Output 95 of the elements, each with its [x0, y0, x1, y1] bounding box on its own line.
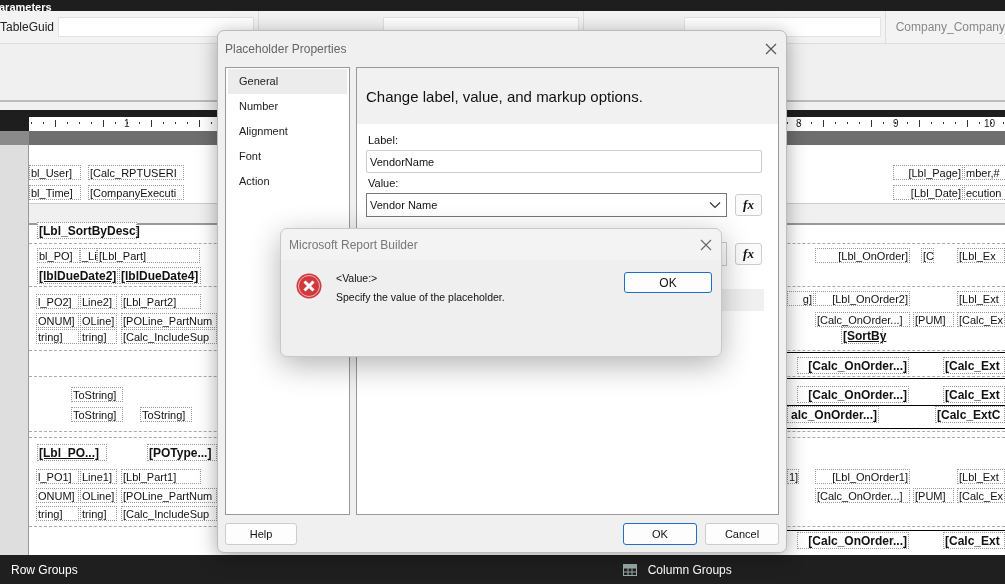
report-textbox[interactable]: [Lbl_OnOrder1]: [815, 469, 910, 484]
report-textbox[interactable]: [CompanyExecuti: [88, 185, 184, 200]
expression-button[interactable]: fx: [735, 194, 762, 216]
report-textbox[interactable]: ONUM]: [36, 488, 79, 503]
report-textbox[interactable]: l_PO2]: [36, 294, 79, 309]
report-textbox[interactable]: _Li: [80, 248, 97, 263]
report-textbox[interactable]: [Lbl_SortByDesc]: [37, 222, 137, 239]
report-textbox[interactable]: OLine]: [80, 488, 117, 503]
panel-title: arameters: [0, 2, 52, 11]
report-textbox[interactable]: [Lbl_Part2]: [121, 294, 201, 309]
nav-item[interactable]: Alignment: [228, 119, 347, 144]
row-groups-label: Row Groups: [11, 562, 78, 577]
parameter-field[interactable]: [58, 17, 255, 37]
nav-item[interactable]: Number: [228, 94, 347, 119]
report-textbox[interactable]: [Lbl_Date]: [893, 185, 963, 200]
ok-button[interactable]: OK: [624, 272, 712, 293]
report-textbox[interactable]: ToString]: [71, 407, 123, 422]
chevron-icon: [709, 201, 721, 209]
report-textbox[interactable]: [lblDueDate2]: [37, 267, 118, 284]
report-textbox[interactable]: ONUM]: [36, 313, 79, 328]
ruler-number: 9: [893, 117, 899, 131]
report-textbox[interactable]: [C: [921, 248, 934, 263]
report-textbox[interactable]: [Calc_OnOrder...]: [797, 386, 909, 403]
report-textbox[interactable]: [Calc_ExtC: [935, 406, 1005, 423]
ruler-number: 1: [124, 117, 130, 131]
report-textbox[interactable]: [PUM]: [913, 312, 954, 327]
report-textbox[interactable]: [Calc_RPTUSERI: [88, 165, 184, 180]
report-textbox[interactable]: tring]: [80, 329, 117, 344]
grid-icon: [622, 563, 637, 576]
report-textbox[interactable]: bl_User]: [29, 165, 81, 180]
report-textbox[interactable]: [PUM]: [913, 488, 954, 503]
report-textbox[interactable]: [Calc_Ex: [957, 312, 1005, 327]
report-textbox[interactable]: [Calc_OnOrder...]: [797, 357, 909, 374]
report-textbox[interactable]: [Lbl_Ext: [957, 291, 1005, 306]
error-icon: [296, 273, 322, 299]
report-textbox[interactable]: [POLine_PartNum: [121, 313, 217, 328]
field-label: Value:: [368, 177, 400, 189]
value-dropdown[interactable]: Vendor Name: [366, 193, 727, 217]
message-text: Specify the value of the placeholder.: [336, 291, 506, 303]
field-label: Label:: [368, 134, 399, 146]
report-textbox[interactable]: [Lbl_Part1]: [121, 469, 201, 484]
report-textbox[interactable]: [Lbl_Page]: [893, 165, 963, 180]
report-textbox[interactable]: [Lbl_Ex: [957, 248, 1005, 263]
column-groups-label: Column Groups: [647, 562, 732, 577]
report-textbox[interactable]: [Calc_IncludeSup: [121, 329, 217, 344]
report-textbox[interactable]: [Calc_Ex: [957, 488, 1005, 503]
report-textbox[interactable]: [POLine_PartNum: [121, 488, 217, 503]
nav-item[interactable]: Action: [228, 169, 347, 194]
report-textbox[interactable]: mber,#: [964, 165, 1005, 180]
report-textbox[interactable]: alc_OnOrder...]: [787, 406, 879, 423]
dialog-button[interactable]: Help: [225, 522, 297, 545]
report-textbox[interactable]: [Lbl_OnOrder2]: [815, 291, 910, 306]
report-textbox[interactable]: tring]: [36, 329, 79, 344]
ruler-number: 8: [796, 117, 802, 131]
report-textbox[interactable]: [Lbl_Ext: [957, 469, 1005, 484]
report-textbox[interactable]: [lblDueDate4]: [119, 267, 201, 284]
dialog-title: Microsoft Report Builder: [289, 237, 418, 252]
report-textbox[interactable]: [Calc_OnOrder...]: [815, 488, 910, 503]
report-textbox[interactable]: Line1]: [80, 469, 117, 484]
report-textbox[interactable]: [Calc_Ext: [943, 357, 1005, 374]
close-icon: [700, 238, 712, 251]
report-textbox[interactable]: ToString]: [71, 387, 123, 402]
report-textbox[interactable]: [POType...]: [147, 444, 217, 461]
report-textbox[interactable]: 1]: [787, 469, 799, 484]
report-textbox[interactable]: tring]: [80, 506, 117, 521]
report-textbox[interactable]: ToString]: [140, 407, 192, 422]
report-textbox[interactable]: [Calc_Ext: [943, 532, 1005, 549]
close-icon: [765, 43, 777, 55]
report-textbox[interactable]: l_PO1]: [36, 469, 79, 484]
nav-item[interactable]: Font: [228, 144, 347, 169]
report-textbox[interactable]: tring]: [36, 506, 79, 521]
label-field[interactable]: VendorName: [366, 150, 762, 173]
report-textbox[interactable]: bl_PO]: [37, 248, 80, 263]
report-textbox[interactable]: [Calc_IncludeSup: [121, 506, 217, 521]
dialog-title: Placeholder Properties: [225, 42, 347, 56]
report-textbox[interactable]: Line2]: [80, 294, 117, 309]
expression-button[interactable]: fx: [735, 243, 762, 265]
report-textbox[interactable]: [Lbl_PO...]: [37, 444, 107, 461]
report-textbox[interactable]: [Lbl_Part]: [97, 248, 200, 263]
message-heading: <Value:>: [336, 272, 379, 284]
report-textbox[interactable]: g]: [787, 291, 814, 306]
ruler-number: 10: [984, 117, 996, 131]
report-textbox[interactable]: [Calc_OnOrder...]: [797, 532, 909, 549]
parameter-label: Company_Company: [895, 20, 1005, 34]
report-textbox[interactable]: [Lbl_OnOrder]: [815, 248, 910, 263]
report-textbox[interactable]: bl_Time]: [29, 185, 81, 200]
report-textbox[interactable]: ecution: [964, 185, 1005, 200]
report-textbox[interactable]: [Calc_Ext: [943, 386, 1005, 403]
parameter-label: TableGuid: [0, 20, 56, 34]
dialog-button[interactable]: OK: [623, 522, 697, 545]
report-textbox[interactable]: OLine]: [80, 313, 117, 328]
report-textbox[interactable]: [Calc_OnOrder...]: [815, 312, 910, 327]
dialog-button[interactable]: Cancel: [705, 522, 779, 545]
panel-heading: Change label, value, and markup options.: [366, 87, 643, 105]
nav-item[interactable]: General: [228, 69, 347, 94]
